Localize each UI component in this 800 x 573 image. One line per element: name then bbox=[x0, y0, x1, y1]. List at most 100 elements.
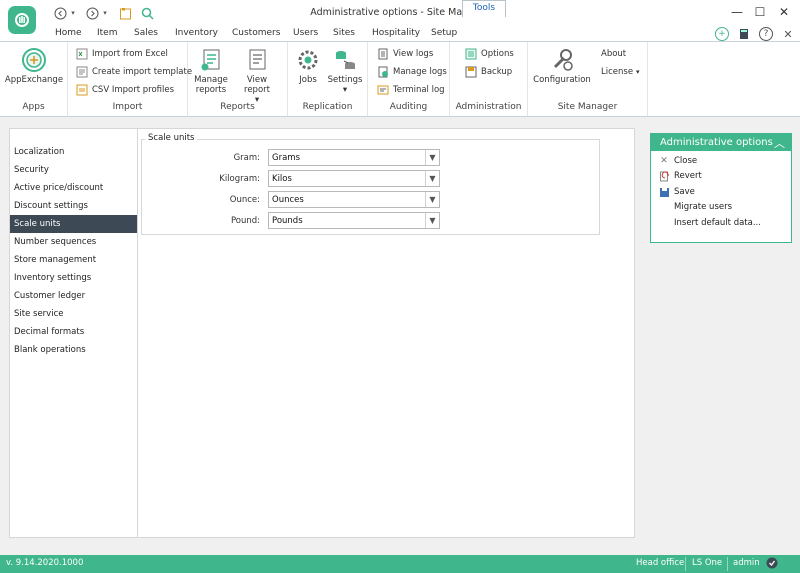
nav-item-store-management[interactable]: Store management bbox=[10, 251, 137, 269]
kilogram-select[interactable]: Kilos ▼ bbox=[268, 170, 440, 187]
forward-icon[interactable] bbox=[84, 5, 100, 21]
ounce-select-value: Ounces bbox=[272, 194, 304, 205]
administration-group-label: Administration bbox=[455, 102, 522, 112]
terminal-log-button[interactable]: Terminal log bbox=[377, 83, 445, 97]
scale-units-legend: Scale units bbox=[145, 133, 198, 143]
nav-item-scale-units[interactable]: Scale units bbox=[10, 215, 137, 233]
task-save[interactable]: Save bbox=[658, 185, 695, 199]
view-report-button[interactable]: View report ▾ bbox=[233, 47, 281, 105]
window-title: Administrative options - Site Manager bbox=[310, 7, 490, 18]
create-import-template-button[interactable]: Create import template bbox=[76, 65, 192, 79]
backup-icon bbox=[465, 66, 477, 78]
create-import-template-label: Create import template bbox=[92, 67, 193, 77]
nav-item-customer-ledger[interactable]: Customer ledger bbox=[10, 287, 137, 305]
replication-group: Jobs Settings ▾ Replication bbox=[288, 42, 368, 116]
tab-hospitality[interactable]: Hospitality bbox=[372, 28, 420, 38]
task-close[interactable]: ✕ Close bbox=[658, 154, 697, 168]
nav-item-active-price-discount[interactable]: Active price/discount bbox=[10, 179, 137, 197]
search-icon[interactable] bbox=[139, 5, 155, 21]
forward-dropdown-icon[interactable]: ▾ bbox=[100, 5, 110, 21]
close-icon: ✕ bbox=[660, 156, 668, 166]
task-revert[interactable]: Revert bbox=[658, 169, 702, 183]
ounce-select[interactable]: Ounces ▼ bbox=[268, 191, 440, 208]
tab-users[interactable]: Users bbox=[293, 28, 318, 38]
options-label: Options bbox=[481, 49, 514, 59]
nav-item-blank-operations[interactable]: Blank operations bbox=[10, 341, 137, 359]
nav-item-inventory-settings[interactable]: Inventory settings bbox=[10, 269, 137, 287]
chevron-down-icon[interactable]: ▼ bbox=[425, 171, 439, 186]
configuration-button[interactable]: Configuration bbox=[531, 47, 593, 85]
tab-sales[interactable]: Sales bbox=[134, 28, 158, 38]
manage-reports-button[interactable]: Manage reports bbox=[191, 47, 231, 95]
about-button[interactable]: About bbox=[601, 47, 626, 61]
tab-item[interactable]: Item bbox=[97, 28, 118, 38]
task-revert-label: Revert bbox=[674, 171, 702, 181]
status-bar: v. 9.14.2020.1000 Head office LS One adm… bbox=[0, 555, 800, 573]
options-button[interactable]: Options bbox=[465, 47, 514, 61]
import-from-excel-label: Import from Excel bbox=[92, 49, 168, 59]
back-dropdown-icon[interactable]: ▾ bbox=[68, 5, 78, 21]
tab-sites[interactable]: Sites bbox=[333, 28, 355, 38]
manage-logs-button[interactable]: Manage logs bbox=[377, 65, 447, 79]
book-icon[interactable] bbox=[737, 27, 751, 41]
gram-select[interactable]: Grams ▼ bbox=[268, 149, 440, 166]
backup-label: Backup bbox=[481, 67, 513, 77]
jobs-button[interactable]: Jobs bbox=[292, 47, 324, 85]
nav-item-decimal-formats[interactable]: Decimal formats bbox=[10, 323, 137, 341]
tab-inventory[interactable]: Inventory bbox=[175, 28, 218, 38]
close-window-button[interactable]: ✕ bbox=[772, 3, 796, 21]
nav-item-site-service[interactable]: Site service bbox=[10, 305, 137, 323]
chevron-down-icon[interactable]: ▼ bbox=[425, 213, 439, 228]
chevron-down-icon[interactable]: ▼ bbox=[425, 192, 439, 207]
nav-item-localization[interactable]: Localization bbox=[10, 143, 137, 161]
settings-dropdown-icon: ▾ bbox=[342, 85, 348, 95]
import-from-excel-button[interactable]: Import from Excel bbox=[76, 47, 168, 61]
appexchange-button[interactable]: AppExchange bbox=[4, 47, 64, 85]
back-icon[interactable] bbox=[52, 5, 68, 21]
settings-button[interactable]: Settings ▾ bbox=[326, 47, 364, 95]
nav-item-discount-settings[interactable]: Discount settings bbox=[10, 197, 137, 215]
settings-label: Settings bbox=[327, 75, 363, 85]
add-circle-icon[interactable]: + bbox=[715, 27, 729, 41]
jobs-label: Jobs bbox=[299, 75, 317, 85]
reports-group-label: Reports bbox=[220, 102, 255, 112]
appexchange-label: AppExchange bbox=[4, 75, 64, 85]
csv-import-profiles-button[interactable]: CSV Import profiles bbox=[76, 83, 174, 97]
nav-item-security[interactable]: Security bbox=[10, 161, 137, 179]
options-nav-list: Localization Security Active price/disco… bbox=[9, 128, 137, 538]
status-divider bbox=[685, 557, 686, 571]
task-migrate-users[interactable]: Migrate users bbox=[674, 200, 732, 214]
kilogram-select-value: Kilos bbox=[272, 173, 292, 184]
backup-button[interactable]: Backup bbox=[465, 65, 512, 79]
tab-customers[interactable]: Customers bbox=[232, 28, 280, 38]
pound-select[interactable]: Pounds ▼ bbox=[268, 212, 440, 229]
import-group-label: Import bbox=[112, 102, 143, 112]
help-icon[interactable]: ? bbox=[759, 27, 773, 41]
notes-icon[interactable] bbox=[117, 5, 133, 21]
csv-icon bbox=[76, 84, 88, 96]
task-insert-default-data[interactable]: Insert default data... bbox=[674, 216, 761, 230]
chevron-down-icon[interactable]: ▼ bbox=[425, 150, 439, 165]
license-button[interactable]: License ▾ bbox=[601, 65, 640, 79]
options-icon bbox=[465, 48, 477, 60]
maximize-button[interactable]: ☐ bbox=[748, 3, 772, 21]
collapse-chevron-icon[interactable]: ︿ bbox=[774, 135, 785, 151]
view-logs-icon bbox=[378, 48, 388, 60]
ounce-label: Ounce: bbox=[229, 195, 260, 205]
view-logs-button[interactable]: View logs bbox=[377, 47, 433, 61]
menu-tabs: Home Item Sales Inventory Customers User… bbox=[0, 26, 800, 42]
import-group: Import from Excel Create import template… bbox=[68, 42, 192, 116]
task-save-label: Save bbox=[674, 187, 695, 197]
status-divider bbox=[727, 557, 728, 571]
task-insert-default-data-label: Insert default data... bbox=[674, 218, 761, 228]
tab-home[interactable]: Home bbox=[55, 28, 82, 38]
apps-group: AppExchange Apps bbox=[0, 42, 68, 116]
settings-database-icon bbox=[336, 51, 355, 69]
version-text: v. 9.14.2020.1000 bbox=[6, 558, 84, 568]
minimize-button[interactable]: — bbox=[725, 3, 749, 21]
nav-item-number-sequences[interactable]: Number sequences bbox=[10, 233, 137, 251]
tab-tools[interactable]: Tools bbox=[462, 0, 506, 17]
manage-logs-icon bbox=[378, 66, 388, 78]
tab-setup[interactable]: Setup bbox=[431, 28, 457, 38]
pin-icon[interactable]: ✕ bbox=[781, 27, 795, 41]
